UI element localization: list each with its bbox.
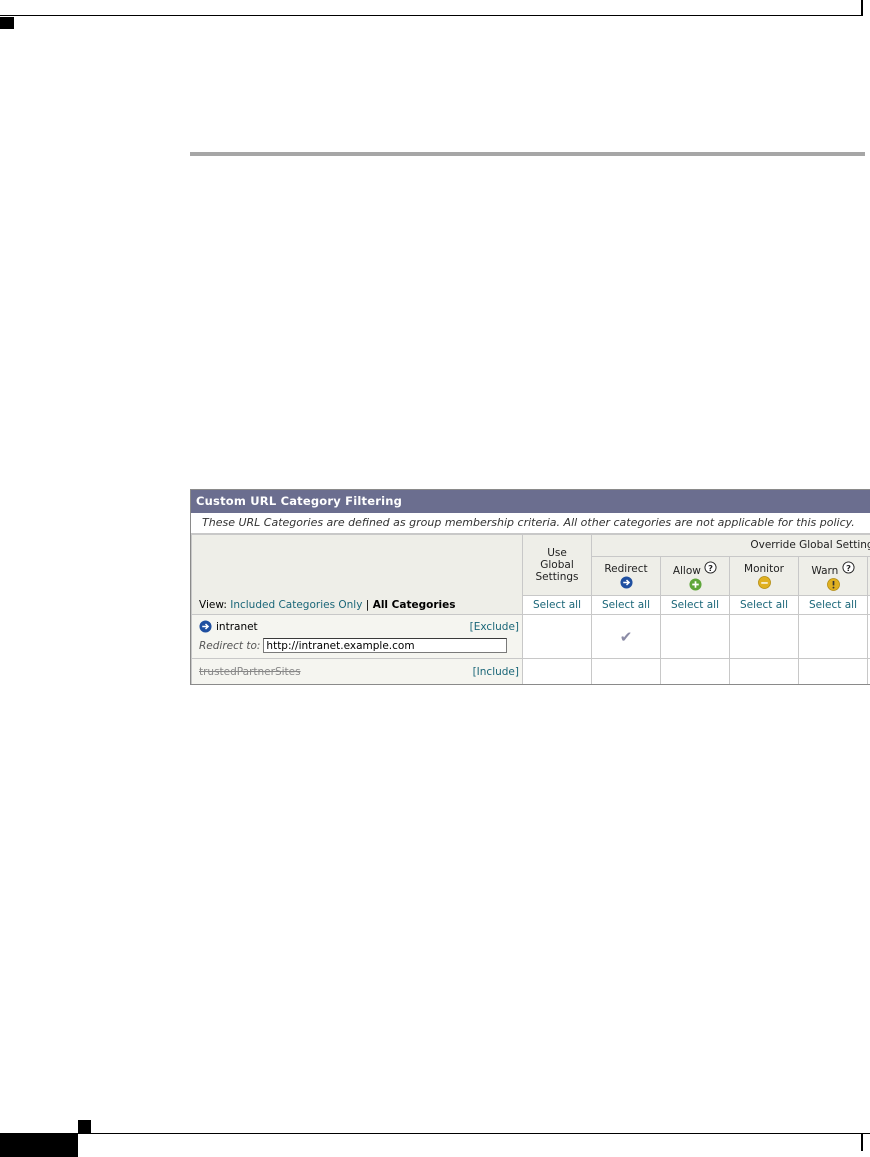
- trusted-global-settings-cell: [522, 658, 592, 684]
- bottom-tick: [861, 1134, 863, 1151]
- trusted-redirect-cell: [591, 658, 661, 684]
- column-warn-header: Warn ?: [798, 556, 868, 596]
- bottom-rule: [0, 1133, 870, 1134]
- redirect-arrow-icon: [199, 620, 212, 633]
- custom-url-category-panel: Custom URL Category Filtering These URL …: [190, 489, 870, 685]
- column-allow-label: Allow: [672, 565, 701, 577]
- trusted-warn-cell: [798, 658, 868, 684]
- column-redirect-label: Redirect: [604, 563, 648, 575]
- override-global-settings-header: Override Global Settings: [590, 534, 870, 557]
- view-label: View:: [199, 599, 227, 611]
- section-rule: [190, 152, 865, 156]
- panel-title: Custom URL Category Filtering: [191, 490, 870, 513]
- column-allow-header: Allow ?: [660, 556, 730, 596]
- top-tick: [861, 0, 863, 16]
- header-category-cell: View: Included Categories Only | All Cat…: [191, 534, 523, 615]
- warn-exclamation-icon: [826, 578, 840, 591]
- global-settings-header-line3: Settings: [535, 571, 579, 583]
- monitor-circle-icon: [757, 576, 771, 589]
- bottom-page-tab: [0, 1133, 78, 1157]
- intranet-allow-cell[interactable]: [660, 614, 730, 659]
- category-table: View: Included Categories Only | All Cat…: [191, 534, 870, 684]
- help-icon[interactable]: ?: [704, 561, 717, 574]
- trusted-monitor-cell: [729, 658, 799, 684]
- intranet-global-settings-cell[interactable]: [522, 614, 592, 659]
- column-warn-label: Warn: [811, 565, 839, 577]
- svg-text:?: ?: [846, 563, 851, 573]
- table-row: intranet [Exclude] Redirect to: ✔: [191, 614, 870, 659]
- panel-description: These URL Categories are defined as grou…: [191, 513, 870, 534]
- override-label: Override Global Settings: [750, 539, 870, 551]
- view-filter: View: Included Categories Only | All Cat…: [192, 596, 522, 614]
- category-cell-trusted-partner-sites: trustedPartnerSites [Include]: [191, 658, 523, 684]
- redirect-to-label: Redirect to:: [199, 639, 261, 652]
- intranet-redirect-cell[interactable]: ✔: [591, 614, 661, 659]
- monitor-select-all[interactable]: Select all: [729, 595, 799, 615]
- bottom-corner-mark: [78, 1120, 91, 1133]
- allow-plus-icon: [688, 578, 702, 591]
- view-separator: |: [365, 599, 370, 611]
- intranet-monitor-cell[interactable]: [729, 614, 799, 659]
- allow-select-all[interactable]: Select all: [660, 595, 730, 615]
- exclude-link[interactable]: [Exclude]: [470, 621, 519, 633]
- help-icon[interactable]: ?: [842, 561, 855, 574]
- table-row: trustedPartnerSites [Include]: [191, 658, 870, 684]
- trusted-allow-cell: [660, 658, 730, 684]
- view-included-only-link[interactable]: Included Categories Only: [230, 599, 362, 611]
- category-name: intranet: [216, 620, 258, 633]
- include-link[interactable]: [Include]: [473, 666, 519, 678]
- warn-select-all[interactable]: Select all: [798, 595, 868, 615]
- view-all-categories: All Categories: [372, 599, 456, 611]
- redirect-arrow-icon: [619, 576, 633, 589]
- category-cell-intranet: intranet [Exclude] Redirect to:: [191, 614, 523, 659]
- global-settings-header-line1: Use: [547, 547, 567, 559]
- global-settings-select-all[interactable]: Select all: [522, 595, 592, 615]
- category-name: trustedPartnerSites: [199, 665, 301, 678]
- top-rule: [0, 15, 862, 16]
- global-settings-header: Use Global Settings: [522, 534, 592, 596]
- checkmark-icon: ✔: [619, 627, 633, 646]
- global-settings-header-line2: Global: [540, 559, 574, 571]
- redirect-select-all[interactable]: Select all: [591, 595, 661, 615]
- column-monitor-header: Monitor: [729, 556, 799, 596]
- redirect-url-input[interactable]: [263, 638, 508, 653]
- top-corner-mark: [0, 17, 14, 29]
- column-monitor-label: Monitor: [744, 563, 784, 575]
- intranet-warn-cell[interactable]: [798, 614, 868, 659]
- svg-text:?: ?: [708, 563, 713, 573]
- column-redirect-header: Redirect: [591, 556, 661, 596]
